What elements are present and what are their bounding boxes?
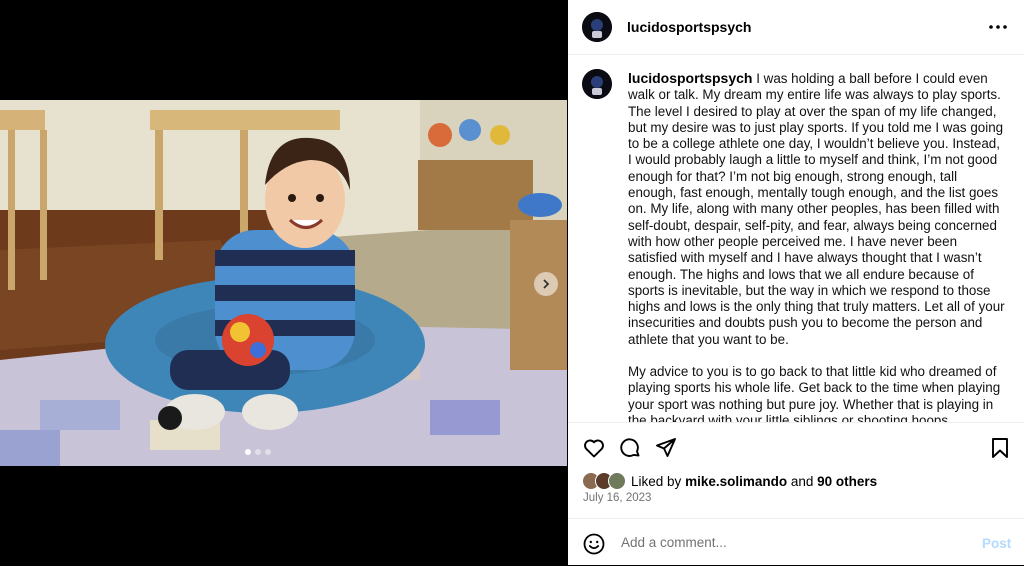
likes-summary: Liked by mike.solimando and 90 others [582, 472, 877, 490]
carousel-dot [255, 449, 261, 455]
profile-logo-icon [582, 69, 612, 99]
emoji-icon [583, 533, 605, 555]
profile-logo-icon [582, 12, 612, 42]
post-caption: lucidosportspsych I was holding a ball b… [628, 70, 1006, 422]
caption-avatar[interactable] [582, 69, 612, 99]
post-header: lucidosportspsych [568, 0, 1024, 55]
post-photo[interactable] [0, 100, 567, 466]
caption-paragraph: My advice to you is to go back to that l… [628, 364, 1001, 422]
more-options-icon [989, 25, 1007, 29]
carousel-indicator [245, 449, 271, 455]
post-media [0, 0, 568, 565]
like-button[interactable] [581, 435, 607, 461]
carousel-dot [265, 449, 271, 455]
caption-username[interactable]: lucidosportspsych [628, 70, 752, 86]
header-username[interactable]: lucidosportspsych [627, 19, 751, 35]
comment-button[interactable] [617, 435, 643, 461]
avatar[interactable] [582, 12, 612, 42]
baby-photo-illustration [0, 100, 567, 466]
comment-icon [620, 438, 640, 457]
post-actions [568, 422, 1024, 471]
share-button[interactable] [653, 435, 679, 461]
likes-count-link[interactable]: 90 others [817, 474, 877, 489]
carousel-next-button[interactable] [534, 272, 558, 296]
save-button[interactable] [987, 435, 1013, 461]
caption-section: lucidosportspsych I was holding a ball b… [568, 55, 1024, 422]
comment-bar: Post [568, 518, 1024, 566]
liked-by-user-link[interactable]: mike.solimando [685, 474, 787, 489]
post-comment-button[interactable]: Post [982, 536, 1011, 551]
heart-icon [584, 439, 604, 458]
carousel-dot [245, 449, 251, 455]
emoji-button[interactable] [582, 532, 606, 556]
likes-text: Liked by mike.solimando and 90 others [631, 474, 877, 489]
comment-input[interactable] [619, 534, 953, 551]
post-date[interactable]: July 16, 2023 [583, 492, 651, 504]
share-icon [656, 438, 676, 457]
more-options-button[interactable] [986, 16, 1010, 38]
liker-avatar[interactable] [608, 472, 626, 490]
likes-prefix: Liked by [631, 473, 682, 489]
likes-conjunction: and [790, 473, 814, 489]
caption-paragraph: I was holding a ball before I could even… [628, 71, 1005, 347]
bookmark-icon [992, 438, 1008, 458]
post-details-panel: lucidosportspsych lucidosportspsych I wa… [568, 0, 1024, 565]
chevron-right-icon [543, 279, 550, 289]
